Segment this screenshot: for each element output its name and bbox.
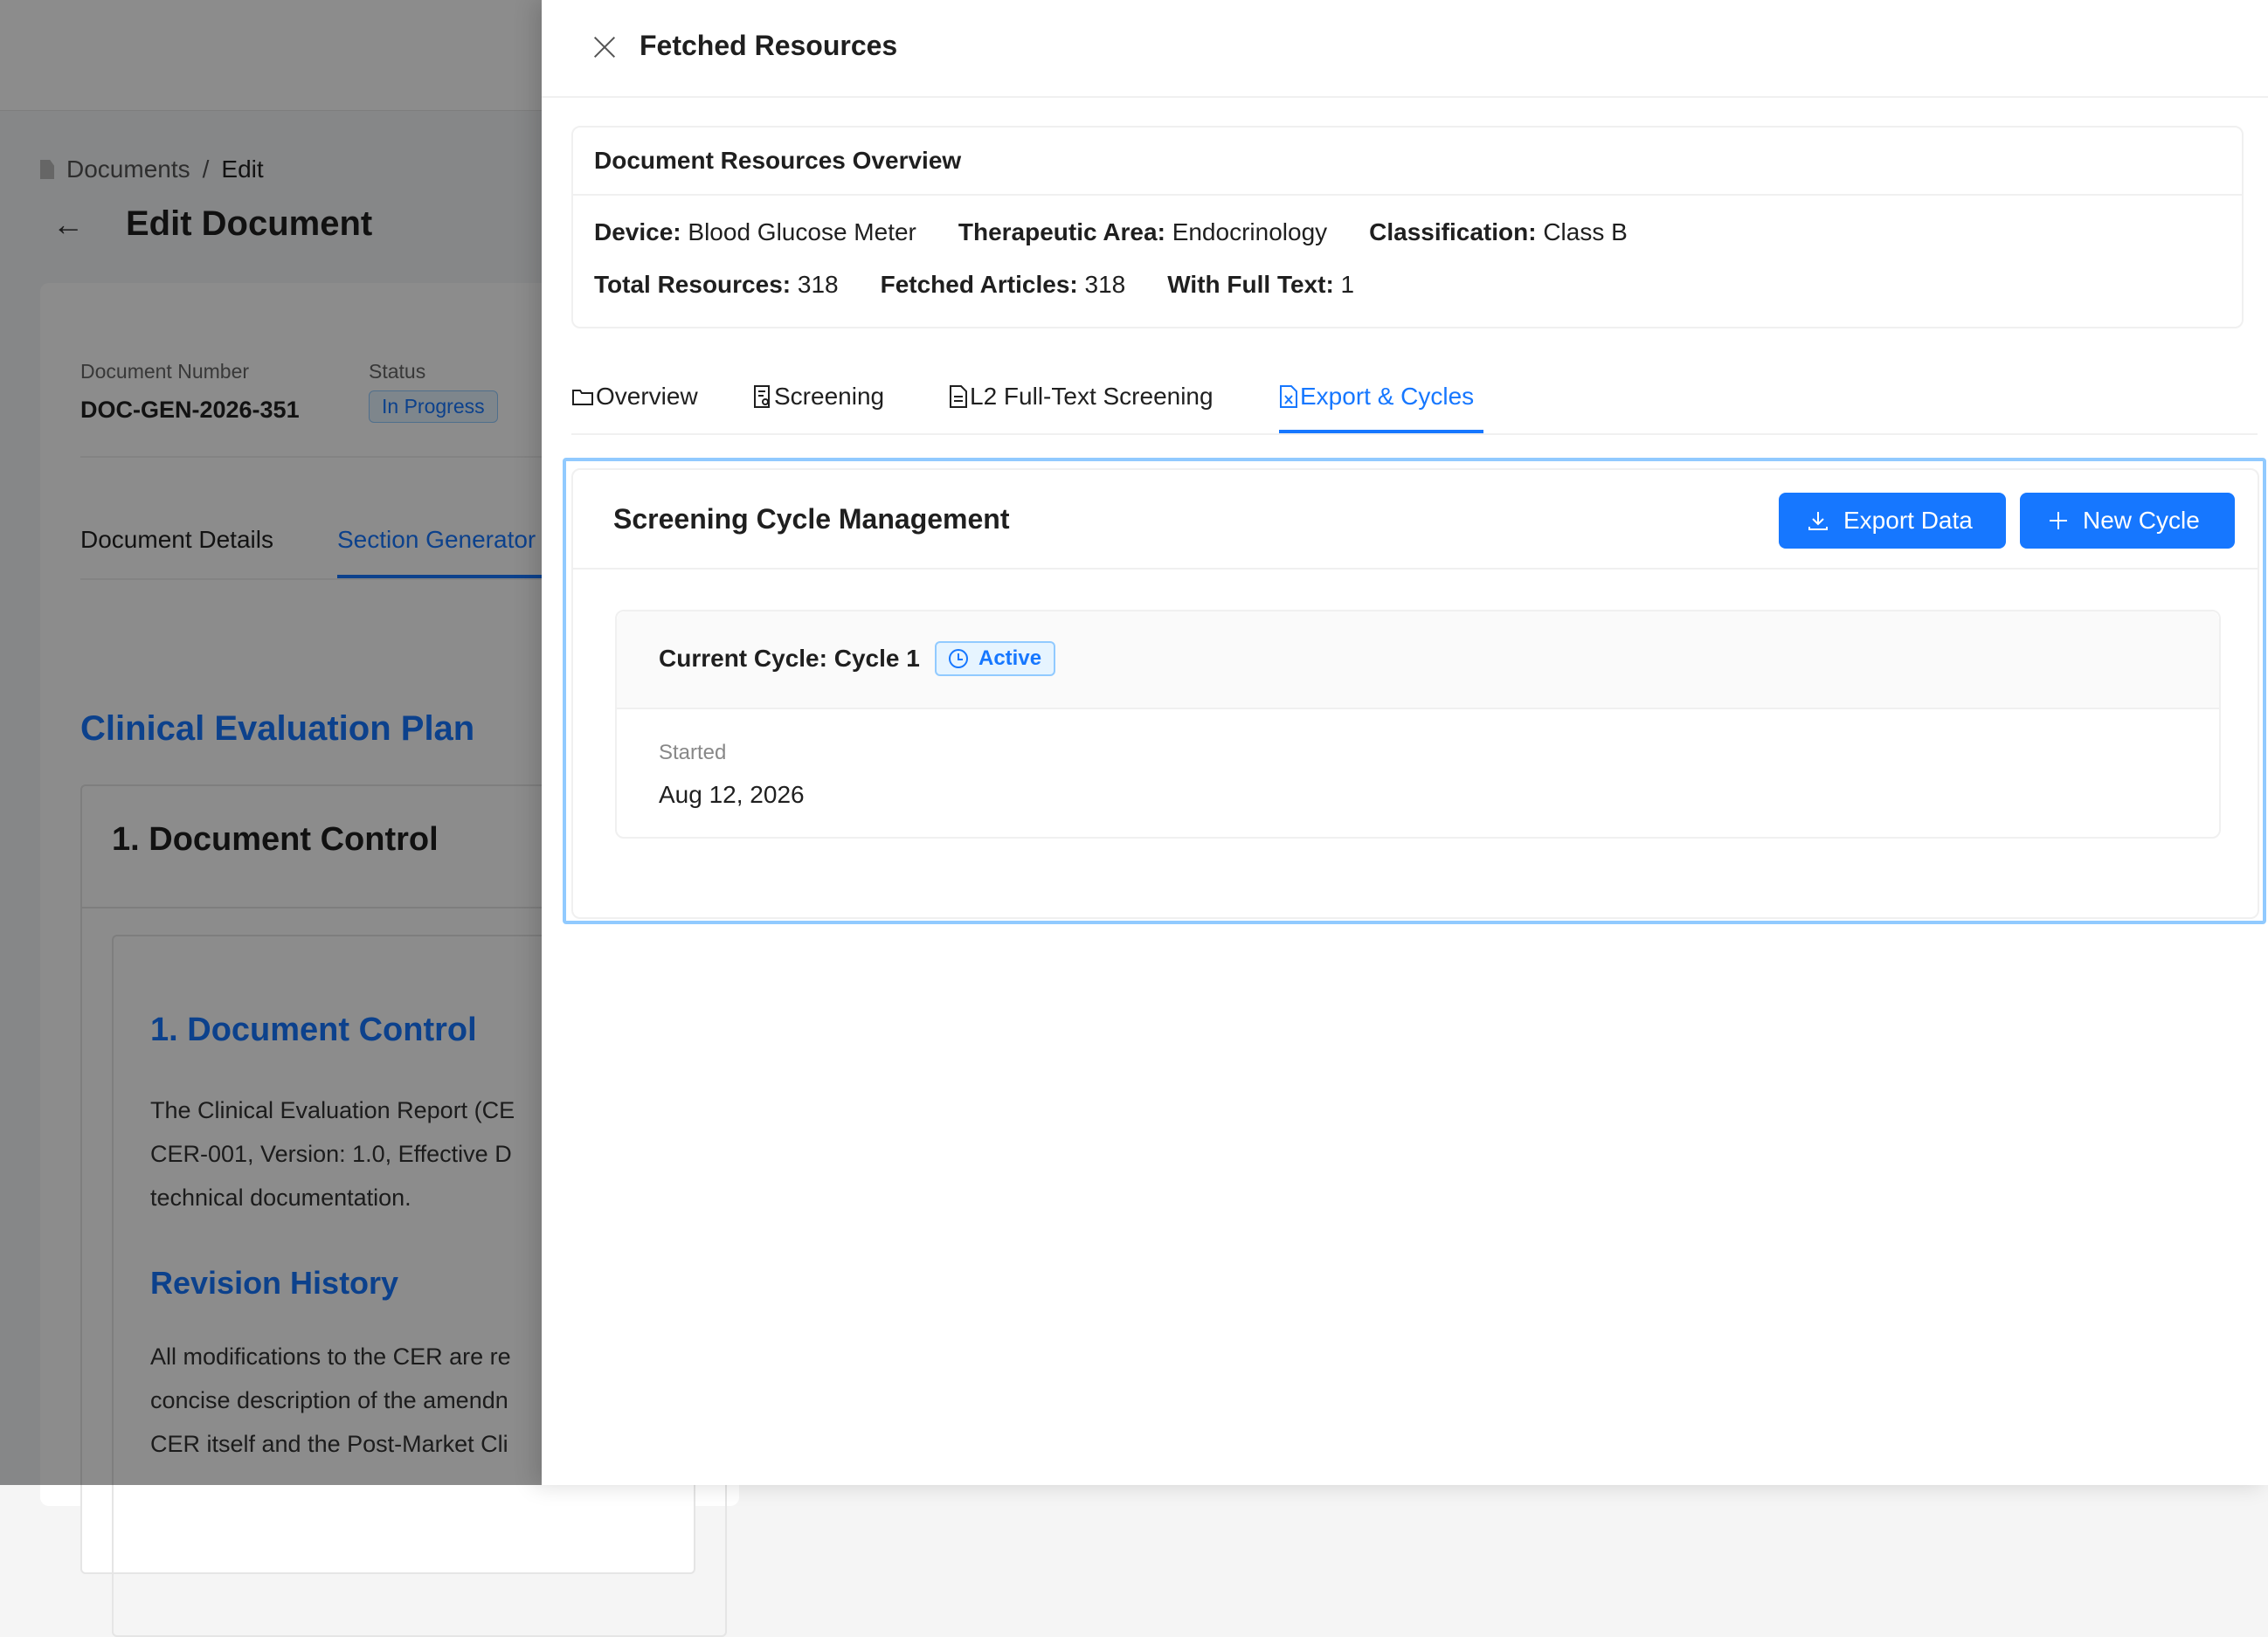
overview-row: Total Resources: 318 Fetched Articles: 3… xyxy=(594,271,1354,299)
modal-mask[interactable] xyxy=(0,0,542,1485)
started-label: Started xyxy=(659,741,727,764)
close-icon[interactable] xyxy=(587,30,622,65)
therapeutic-area-field: Therapeutic Area: Endocrinology xyxy=(958,218,1328,245)
download-icon xyxy=(1808,512,1828,530)
total-resources-field: Total Resources: 318 xyxy=(594,271,839,298)
fetched-resources-drawer: Fetched Resources Document Resources Ove… xyxy=(542,0,2268,1485)
file-excel-icon xyxy=(1280,385,1297,408)
current-cycle-label: Current Cycle: Cycle 1 xyxy=(659,645,920,672)
started-date: Aug 12, 2026 xyxy=(659,781,805,808)
tab-export-cycles[interactable]: Export & Cycles xyxy=(1279,383,1474,411)
cycle-management-card: Screening Cycle Management Export Data N… xyxy=(571,468,2259,919)
status-badge: Active xyxy=(935,641,1056,676)
tab-screening[interactable]: Screening xyxy=(753,383,884,411)
clock-icon xyxy=(949,649,968,668)
full-text-field: With Full Text: 1 xyxy=(1167,271,1355,298)
export-data-button[interactable]: Export Data xyxy=(1779,493,2006,549)
folder-icon xyxy=(572,390,593,405)
resources-overview-card: Document Resources Overview Device: Bloo… xyxy=(571,126,2244,328)
tab-active-indicator xyxy=(1279,430,1483,433)
overview-title: Document Resources Overview xyxy=(594,147,962,174)
screening-icon xyxy=(754,385,770,408)
cycle-card-header: Screening Cycle Management Export Data N… xyxy=(573,470,2258,570)
cycle-card-title: Screening Cycle Management xyxy=(613,503,1010,535)
device-field: Device: Blood Glucose Meter xyxy=(594,218,916,245)
tab-l2-full-text-screening[interactable]: L2 Full-Text Screening xyxy=(949,383,1214,411)
current-cycle-panel: Current Cycle: Cycle 1 Active Started Au… xyxy=(615,610,2221,839)
file-text-icon xyxy=(950,385,967,408)
classification-field: Classification: Class B xyxy=(1369,218,1628,245)
plus-icon xyxy=(2050,512,2067,529)
tab-overview[interactable]: Overview xyxy=(571,383,698,411)
drawer-title: Fetched Resources xyxy=(640,30,898,61)
drawer-header: Fetched Resources xyxy=(542,0,2268,98)
fetched-articles-field: Fetched Articles: 318 xyxy=(880,271,1126,298)
new-cycle-button[interactable]: New Cycle xyxy=(2020,493,2235,549)
overview-header: Document Resources Overview xyxy=(573,128,2242,196)
current-cycle-header: Current Cycle: Cycle 1 Active xyxy=(617,611,2219,709)
drawer-tabs: Overview Screening L2 Full-Text Screenin… xyxy=(571,374,2258,435)
overview-row: Device: Blood Glucose Meter Therapeutic … xyxy=(594,218,1628,246)
